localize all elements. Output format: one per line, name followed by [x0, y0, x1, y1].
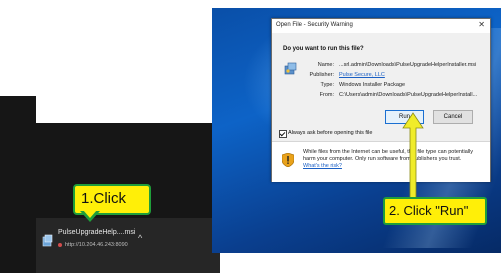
- msi-file-icon: [42, 234, 53, 247]
- callout-step-2: 2. Click "Run": [383, 197, 487, 225]
- warning-panel: While files from the Internet can be use…: [272, 141, 490, 182]
- field-value-from: C:\Users\admin\Downloads\PulseUpgradeHel…: [339, 92, 478, 98]
- dialog-title: Open File - Security Warning: [276, 22, 353, 28]
- callout-step-2-text: 2. Click "Run": [389, 203, 469, 218]
- publisher-link[interactable]: Pulse Secure, LLC: [339, 72, 385, 78]
- dialog-titlebar: Open File - Security Warning ✕: [272, 19, 490, 33]
- security-warning-dialog: Open File - Security Warning ✕ Do you wa…: [271, 18, 491, 182]
- download-bar: PulseUpgradeHelp....msi http://10.204.46…: [36, 218, 220, 273]
- insecure-url-icon: [58, 242, 62, 247]
- callout-step-1-text: 1.Click: [81, 190, 127, 207]
- field-label-publisher: Publisher:: [309, 72, 334, 78]
- field-label-name: Name:: [317, 62, 334, 68]
- field-value-name: ...srl.admin\Downloads\PulseUpgradeHelpe…: [339, 62, 477, 68]
- callout-step-1-tail-fill: [83, 210, 97, 218]
- close-icon[interactable]: ✕: [478, 20, 485, 29]
- browser-page-area: [36, 0, 220, 123]
- warning-text: While files from the Internet can be use…: [303, 149, 483, 170]
- download-item[interactable]: PulseUpgradeHelp....msi http://10.204.46…: [40, 222, 144, 262]
- dialog-question: Do you want to run this file?: [283, 46, 364, 52]
- field-value-type: Windows Installer Package: [339, 82, 406, 88]
- download-url: http://10.204.46.243:8090: [58, 242, 128, 248]
- field-label-from: From:: [319, 92, 334, 98]
- shield-warning-icon: [282, 153, 294, 167]
- chevron-up-icon[interactable]: ^: [138, 233, 142, 243]
- download-url-text: http://10.204.46.243:8090: [65, 242, 128, 248]
- risk-link[interactable]: What's the risk?: [303, 163, 342, 169]
- run-button[interactable]: Run: [385, 110, 424, 124]
- always-ask-checkbox[interactable]: [279, 130, 287, 138]
- field-label-type: Type:: [320, 82, 334, 88]
- always-ask-label: Always ask before opening this file: [288, 130, 373, 136]
- cancel-button[interactable]: Cancel: [433, 110, 473, 124]
- warning-message: While files from the Internet can be use…: [303, 149, 473, 162]
- download-file-name: PulseUpgradeHelp....msi: [58, 229, 136, 236]
